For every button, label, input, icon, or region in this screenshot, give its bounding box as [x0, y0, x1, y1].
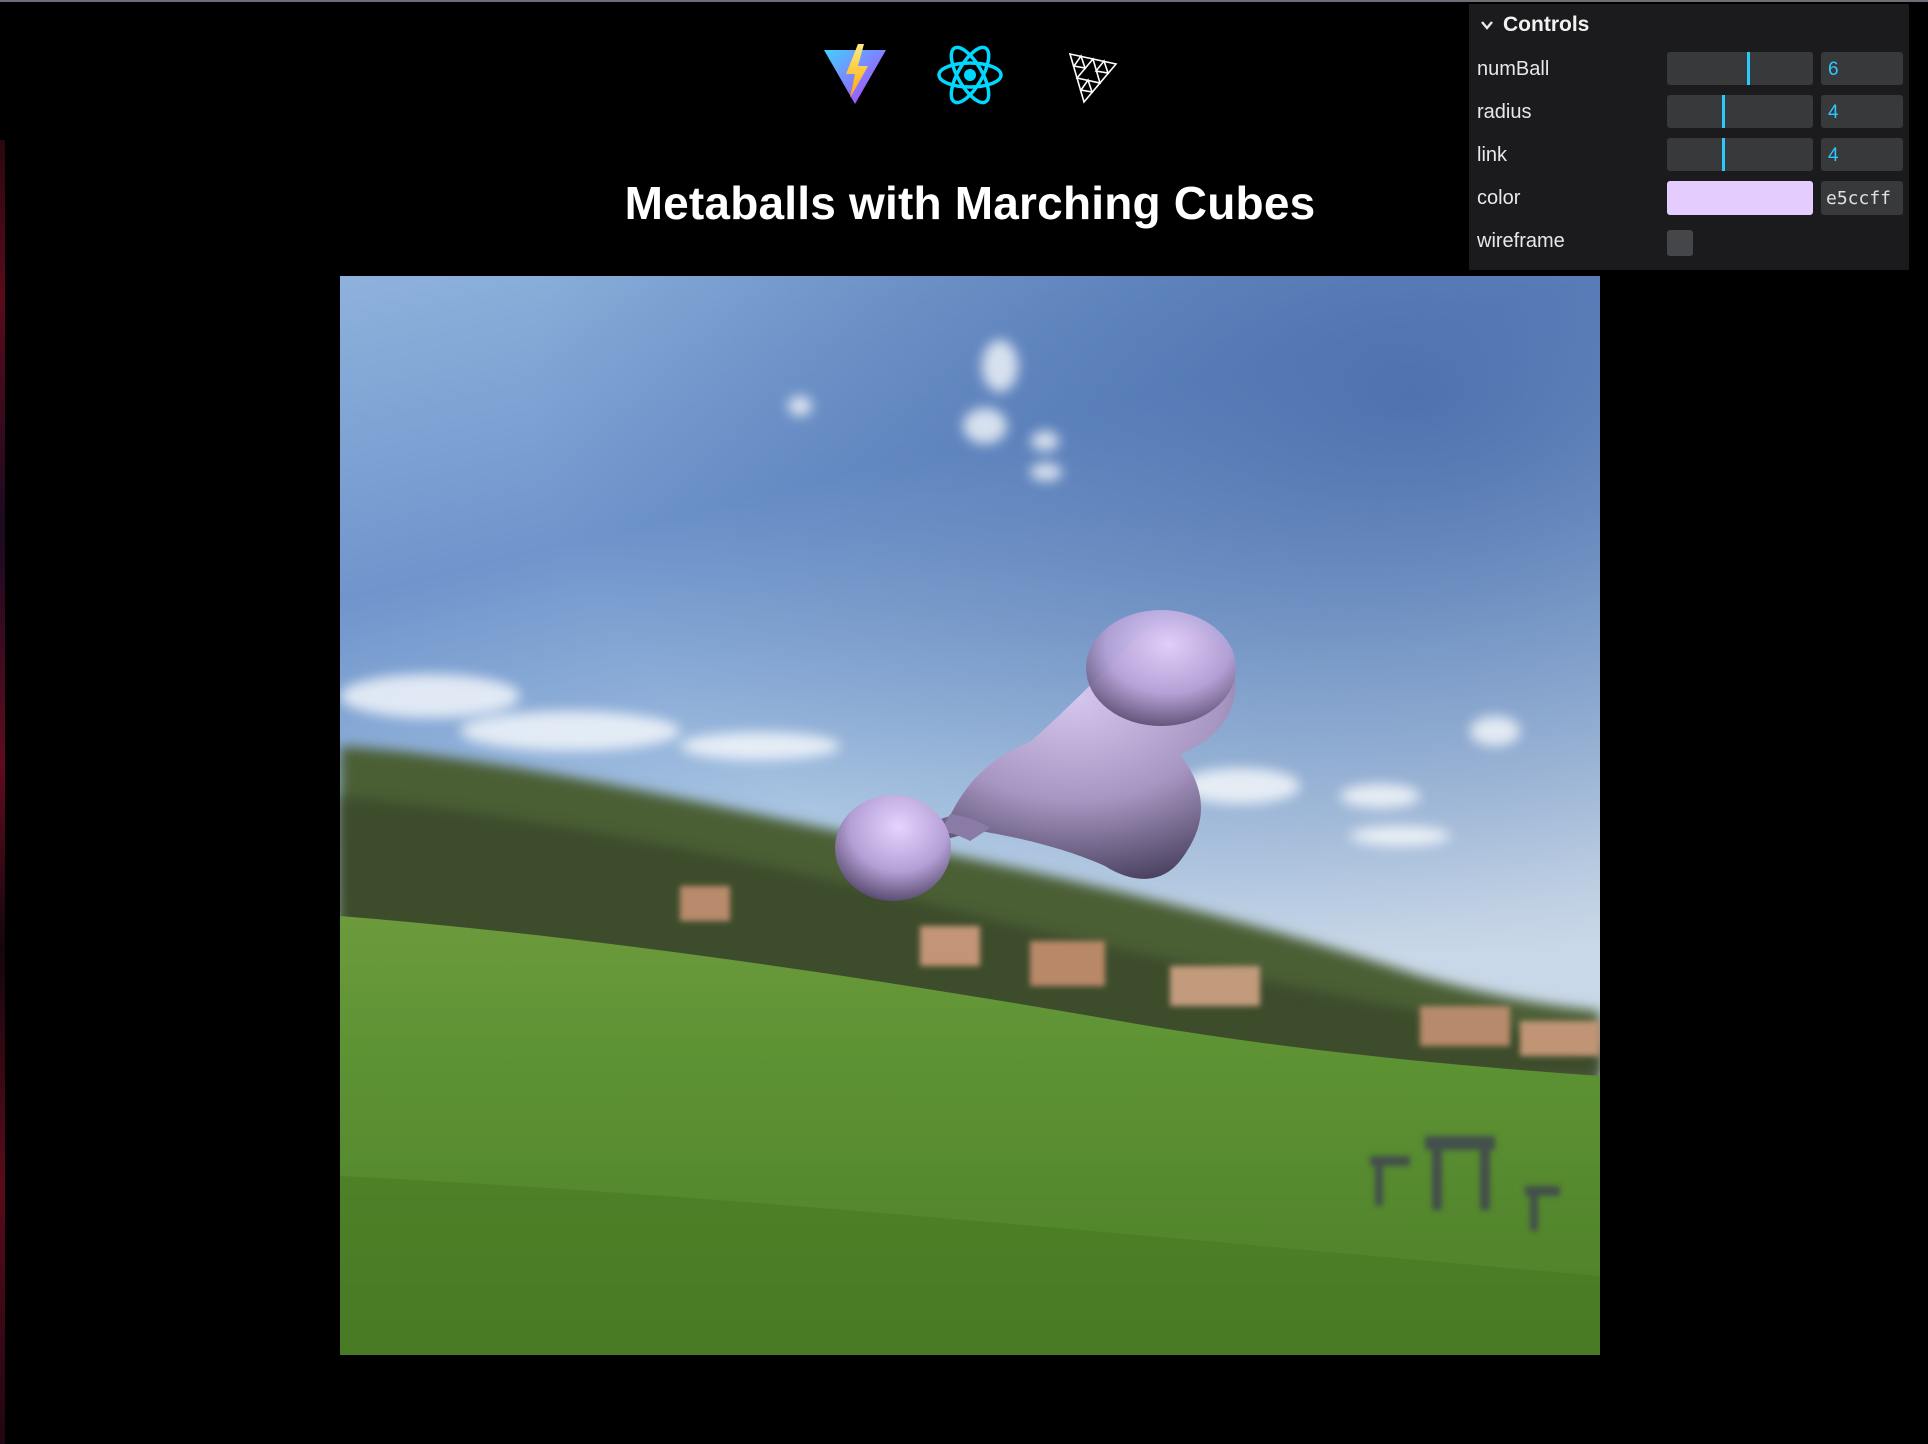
threejs-icon[interactable]: [1056, 40, 1126, 110]
window-top-edge: [0, 0, 1928, 2]
link-slider-thumb[interactable]: [1722, 138, 1726, 171]
control-wireframe: wireframe: [1469, 218, 1909, 261]
radius-input[interactable]: 4: [1821, 95, 1903, 128]
color-hex-input[interactable]: e5ccff: [1821, 181, 1903, 215]
react-icon[interactable]: [935, 40, 1005, 110]
link-label: link: [1477, 144, 1508, 166]
controls-header[interactable]: Controls: [1469, 4, 1909, 46]
page-title: Metaballs with Marching Cubes: [624, 177, 1316, 229]
controls-panel: Controls numBall 6 radius 4 link 4 color…: [1469, 4, 1909, 270]
metaball-canvas[interactable]: [340, 276, 1600, 1355]
wireframe-checkbox[interactable]: [1667, 230, 1693, 256]
numball-input[interactable]: 6: [1821, 52, 1903, 85]
logo-row: [820, 40, 1118, 110]
color-swatch[interactable]: [1667, 181, 1813, 215]
vite-icon[interactable]: [820, 40, 890, 110]
radius-label: radius: [1477, 101, 1532, 123]
link-input[interactable]: 4: [1821, 138, 1903, 171]
numball-slider[interactable]: [1667, 52, 1813, 85]
link-slider[interactable]: [1667, 138, 1813, 171]
color-label: color: [1477, 187, 1521, 209]
control-link: link 4: [1469, 132, 1909, 175]
control-radius: radius 4: [1469, 89, 1909, 132]
wireframe-label: wireframe: [1477, 230, 1565, 252]
chevron-down-icon: [1481, 21, 1493, 30]
radius-slider[interactable]: [1667, 95, 1813, 128]
numball-slider-thumb[interactable]: [1747, 52, 1751, 85]
controls-title: Controls: [1503, 13, 1590, 36]
control-color: color e5ccff: [1469, 175, 1909, 218]
radius-slider-thumb[interactable]: [1722, 95, 1726, 128]
desktop-edge-strip: [0, 140, 5, 1444]
numball-label: numBall: [1477, 58, 1550, 80]
control-numball: numBall 6: [1469, 46, 1909, 89]
